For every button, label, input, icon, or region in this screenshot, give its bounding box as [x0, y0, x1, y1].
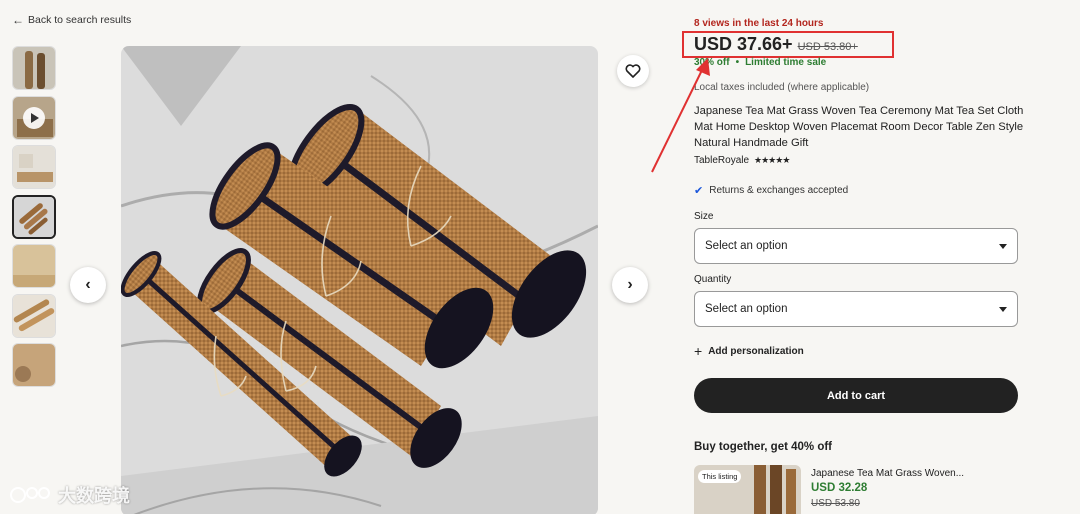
plus-icon: +	[694, 343, 703, 359]
caret-down-icon	[999, 243, 1007, 249]
bullet-separator: •	[735, 57, 740, 68]
add-to-cart-button[interactable]: Add to cart	[694, 378, 1018, 413]
thumbnail-1[interactable]	[12, 46, 56, 90]
personalization-label: Add personalization	[708, 345, 804, 357]
watermark-logo: 大数跨境	[8, 482, 130, 508]
thumbnail-image	[13, 146, 55, 188]
returns-row: ✔ Returns & exchanges accepted	[694, 184, 848, 197]
thumbnail-image	[13, 47, 55, 89]
next-image-button[interactable]: ›	[612, 267, 648, 303]
current-price: USD 37.66+	[694, 34, 793, 54]
thumbnail-5[interactable]	[12, 244, 56, 288]
heart-icon	[625, 64, 641, 78]
buy-together-heading: Buy together, get 40% off	[694, 441, 833, 453]
bundle-item-name[interactable]: Japanese Tea Mat Grass Woven...	[811, 468, 964, 479]
quantity-select-value: Select an option	[705, 303, 788, 315]
bundle-item-price: USD 32.28	[811, 482, 868, 494]
this-listing-badge: This listing	[698, 470, 742, 483]
main-product-image	[121, 46, 598, 514]
size-label: Size	[694, 211, 714, 222]
thumbnail-4-active[interactable]	[12, 194, 56, 239]
thumbnail-image	[14, 196, 54, 237]
size-select[interactable]: Select an option	[694, 228, 1018, 264]
caret-down-icon	[999, 306, 1007, 312]
taxes-note: Local taxes included (where applicable)	[694, 82, 870, 93]
seller-name[interactable]: TableRoyale	[694, 155, 749, 166]
size-select-value: Select an option	[705, 240, 788, 252]
seller-row[interactable]: TableRoyale ★★★★★	[694, 155, 790, 166]
thumbnail-3[interactable]	[12, 145, 56, 189]
thumbnail-image	[13, 344, 55, 386]
discount-row: 30% off • Limited time sale	[694, 57, 826, 68]
original-price: USD 53.80+	[797, 41, 858, 53]
returns-label: Returns & exchanges accepted	[709, 185, 849, 196]
thumbnail-7[interactable]	[12, 343, 56, 387]
thumbnail-video[interactable]	[12, 95, 56, 140]
sale-label: Limited time sale	[745, 57, 827, 68]
arrow-left-icon: ←	[12, 13, 24, 27]
quantity-select[interactable]: Select an option	[694, 291, 1018, 327]
bundle-item-original-price: USD 53.80	[811, 498, 860, 509]
watermark-text: 大数跨境	[58, 486, 130, 506]
chevron-left-icon: ‹	[85, 276, 91, 293]
back-to-results-link[interactable]: ← Back to search results	[12, 13, 131, 27]
add-personalization-button[interactable]: + Add personalization	[694, 343, 804, 359]
views-notice: 8 views in the last 24 hours	[694, 18, 824, 29]
favorite-button[interactable]	[617, 55, 649, 87]
rating-stars: ★★★★★	[754, 155, 790, 165]
thumbnail-image	[13, 245, 55, 287]
prev-image-button[interactable]: ‹	[70, 267, 106, 303]
back-link-label: Back to search results	[28, 14, 132, 26]
watermark-icon	[10, 487, 50, 503]
quantity-label: Quantity	[694, 274, 732, 285]
price-row: USD 37.66+ USD 53.80+	[694, 34, 858, 55]
play-icon	[23, 106, 45, 129]
product-title: Japanese Tea Mat Grass Woven Tea Ceremon…	[694, 105, 1024, 149]
check-icon: ✔	[694, 185, 704, 197]
thumbnail-image	[13, 294, 55, 337]
bundle-item-image[interactable]: This listing	[694, 465, 801, 514]
chevron-right-icon: ›	[627, 276, 633, 293]
thumbnail-list	[12, 46, 58, 393]
thumbnail-6[interactable]	[12, 293, 56, 338]
discount-percent: 30% off	[694, 57, 730, 68]
